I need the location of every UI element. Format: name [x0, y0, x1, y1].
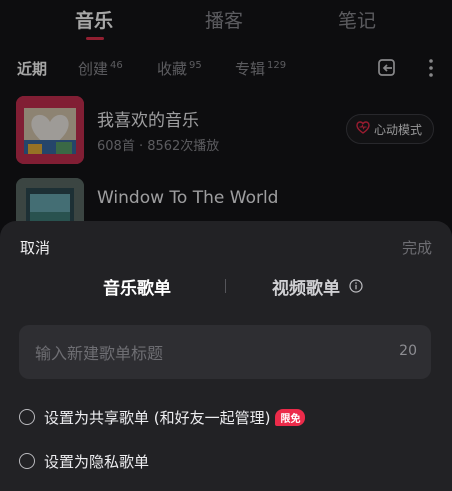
- cancel-button[interactable]: 取消: [20, 237, 50, 258]
- done-button[interactable]: 完成: [402, 237, 432, 258]
- info-icon[interactable]: [349, 278, 363, 298]
- playlist-title-field: 20: [19, 325, 431, 381]
- option-private-playlist[interactable]: 设置为隐私歌单: [19, 449, 439, 473]
- create-playlist-sheet: 取消 完成 音乐歌单 视频歌单 20 设置为共享歌单 (和好友一起管理) 限免 …: [0, 221, 452, 491]
- segment-divider: [225, 279, 226, 293]
- segment-video-playlist[interactable]: 视频歌单: [272, 274, 363, 299]
- char-limit: 20: [399, 343, 417, 359]
- option-shared-playlist[interactable]: 设置为共享歌单 (和好友一起管理) 限免: [19, 405, 439, 429]
- radio-button[interactable]: [19, 409, 35, 425]
- option-label: 设置为隐私歌单: [44, 452, 150, 471]
- playlist-title-input[interactable]: [33, 325, 377, 381]
- option-label: 设置为共享歌单 (和好友一起管理): [44, 408, 271, 427]
- limited-free-badge: 限免: [275, 408, 306, 426]
- segment-music-playlist[interactable]: 音乐歌单: [103, 274, 171, 299]
- radio-button[interactable]: [19, 453, 35, 469]
